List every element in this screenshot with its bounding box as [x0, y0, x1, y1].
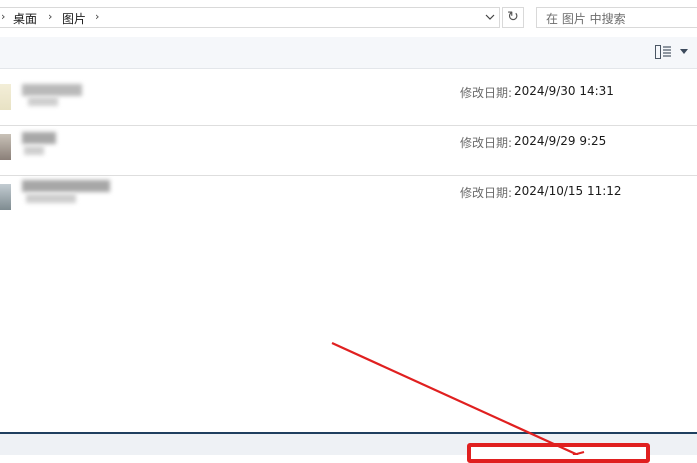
file-thumbnail [0, 134, 11, 160]
breadcrumb[interactable]: › 桌面 › 图片 › [0, 7, 500, 28]
file-row[interactable]: 修改日期: 2024/10/15 11:12 [0, 176, 697, 226]
chevron-right-icon[interactable]: › [95, 10, 99, 23]
file-name-redacted [22, 180, 110, 192]
file-thumbnail [0, 84, 11, 110]
modified-label: 修改日期: [460, 136, 513, 150]
file-name-redacted [22, 84, 82, 96]
chevron-right-icon[interactable]: › [48, 10, 52, 23]
breadcrumb-item-desktop[interactable]: 桌面 [13, 10, 37, 27]
toolbar [0, 37, 697, 69]
modified-label: 修改日期: [460, 186, 513, 200]
modified-date: 2024/9/30 14:31 [514, 84, 614, 98]
caret-down-icon[interactable] [680, 49, 688, 54]
breadcrumb-item-pictures[interactable]: 图片 [62, 10, 86, 27]
modified-date: 2024/10/15 11:12 [514, 184, 622, 198]
file-name-redacted [24, 146, 44, 155]
details-view-icon[interactable] [655, 45, 671, 59]
modified-label: 修改日期: [460, 86, 513, 100]
search-input[interactable]: 在 图片 中搜索 [536, 7, 697, 28]
file-row[interactable]: 修改日期: 2024/9/29 9:25 [0, 126, 697, 176]
file-thumbnail [0, 184, 11, 210]
file-name-redacted [22, 132, 56, 144]
refresh-button[interactable]: ↻ [502, 7, 524, 28]
address-bar-row: › 桌面 › 图片 › ↻ 在 图片 中搜索 [0, 0, 697, 37]
search-placeholder: 在 图片 中搜索 [546, 12, 626, 26]
chevron-right-icon: › [1, 10, 6, 23]
file-name-redacted [28, 97, 58, 106]
file-name-redacted [26, 194, 76, 203]
highlight-box [467, 443, 650, 463]
modified-date: 2024/9/29 9:25 [514, 134, 607, 148]
file-row[interactable]: 修改日期: 2024/9/30 14:31 [0, 70, 697, 120]
refresh-icon: ↻ [507, 9, 519, 25]
chevron-down-icon[interactable] [485, 12, 495, 22]
